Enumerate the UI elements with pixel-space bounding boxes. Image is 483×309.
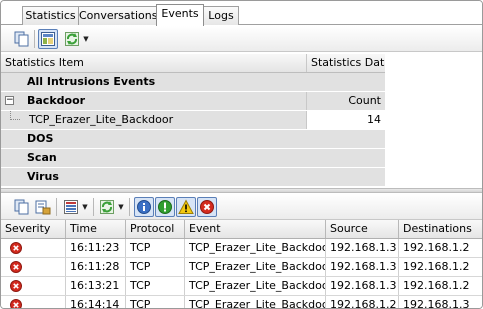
stat-row-label: Backdoor <box>27 94 86 107</box>
destination-cell: 192.168.1.2 <box>403 260 470 273</box>
protocol-cell: TCP <box>126 239 185 257</box>
column-header-statistics-data[interactable]: Statistics Data <box>307 54 385 72</box>
statistics-header: Statistics Item Statistics Data <box>1 54 385 73</box>
refresh-icon <box>65 32 79 46</box>
refresh-icon <box>100 200 114 214</box>
warning-filter-toggle[interactable] <box>176 197 196 217</box>
tab-strip: Statistics Conversations Events Logs <box>1 1 482 26</box>
tab-statistics[interactable]: Statistics <box>22 6 79 25</box>
chevron-down-icon: ▼ <box>82 203 88 211</box>
view-icon <box>41 32 55 46</box>
events-panel: Statistics Conversations Events Logs ▼ S… <box>0 0 483 309</box>
event-cell: TCP_Erazer_Lite_Backdoor <box>185 277 326 295</box>
refresh-events-button[interactable] <box>97 197 117 217</box>
tree-connector <box>10 111 20 120</box>
copy-button[interactable] <box>11 29 31 49</box>
event-cell: TCP_Erazer_Lite_Backdoor <box>185 258 326 276</box>
view-button[interactable] <box>38 29 58 49</box>
export-button[interactable] <box>33 197 53 217</box>
stat-row-label: Scan <box>27 151 57 164</box>
info-icon <box>137 200 151 214</box>
chevron-down-icon: ▼ <box>83 35 89 43</box>
column-header-destinations[interactable]: Destinations <box>399 220 482 238</box>
stat-row-label: TCP_Erazer_Lite_Backdoor <box>29 113 174 126</box>
notice-filter-toggle[interactable] <box>155 197 175 217</box>
protocol-cell: TCP <box>126 258 185 276</box>
error-icon <box>10 299 22 308</box>
source-cell: 192.168.1.3 <box>326 258 399 276</box>
notice-icon <box>158 200 172 214</box>
table-row[interactable]: 16:13:21 TCP TCP_Erazer_Lite_Backdoor 19… <box>1 277 482 296</box>
refresh-dropdown[interactable]: ▼ <box>82 29 90 49</box>
stat-row-label: Virus <box>27 170 59 183</box>
error-filter-toggle[interactable] <box>197 197 217 217</box>
refresh-button[interactable] <box>62 29 82 49</box>
filter-dropdown[interactable]: ▼ <box>81 197 89 217</box>
event-cell: TCP_Erazer_Lite_Backdoor <box>185 239 326 257</box>
column-header-protocol[interactable]: Protocol <box>126 220 185 238</box>
info-filter-toggle[interactable] <box>134 197 154 217</box>
column-header-source[interactable]: Source <box>326 220 399 238</box>
refresh-events-dropdown[interactable]: ▼ <box>117 197 125 217</box>
error-icon <box>200 200 214 214</box>
destination-cell: 192.168.1.2 <box>403 279 470 292</box>
time-cell: 16:11:23 <box>66 239 126 257</box>
panel-splitter[interactable] <box>1 188 482 193</box>
time-cell: 16:11:28 <box>66 258 126 276</box>
error-icon <box>10 242 22 254</box>
stat-row-virus[interactable]: Virus <box>1 168 385 187</box>
event-cell: TCP_Erazer_Lite_Backdoor <box>185 296 326 308</box>
stat-row-scan[interactable]: Scan <box>1 149 385 168</box>
table-row[interactable]: 16:14:14 TCP TCP_Erazer_Lite_Backdoor 19… <box>1 296 482 309</box>
source-cell: 192.168.1.2 <box>326 296 399 308</box>
events-toolbar: ▼ ▼ <box>1 194 482 220</box>
copy-icon <box>14 199 29 215</box>
filter-list-button[interactable] <box>61 197 81 217</box>
stat-row-dos[interactable]: DOS <box>1 130 385 149</box>
column-header-severity[interactable]: Severity <box>1 220 66 238</box>
stat-row-backdoor[interactable]: − Backdoor Count <box>1 92 385 111</box>
statistics-empty-area <box>385 54 482 188</box>
stat-row-data: 14 <box>307 111 385 129</box>
table-row[interactable]: 16:11:28 TCP TCP_Erazer_Lite_Backdoor 19… <box>1 258 482 277</box>
stat-row-tcp-erazer[interactable]: TCP_Erazer_Lite_Backdoor 14 <box>1 111 385 130</box>
stat-row-data: Count <box>348 94 381 107</box>
error-icon <box>10 280 22 292</box>
copy-icon <box>14 31 29 47</box>
column-header-time[interactable]: Time <box>66 220 126 238</box>
tab-events[interactable]: Events <box>156 4 204 26</box>
error-icon <box>10 261 22 273</box>
column-header-statistics-item[interactable]: Statistics Item <box>1 54 306 72</box>
copy-events-button[interactable] <box>11 197 31 217</box>
chevron-down-icon: ▼ <box>118 203 124 211</box>
severity-cell <box>1 258 66 276</box>
stat-row-label: All Intrusions Events <box>27 75 156 88</box>
table-row[interactable]: 16:11:23 TCP TCP_Erazer_Lite_Backdoor 19… <box>1 239 482 258</box>
statistics-toolbar: ▼ <box>1 26 482 52</box>
severity-cell <box>1 296 66 308</box>
source-cell: 192.168.1.3 <box>326 239 399 257</box>
severity-cell <box>1 239 66 257</box>
export-icon <box>35 200 51 215</box>
filter-list-icon <box>64 200 78 214</box>
events-header: Severity Time Protocol Event Source Dest… <box>1 220 482 239</box>
statistics-grid: Statistics Item Statistics Data All Intr… <box>1 54 385 188</box>
stat-row-all-intrusions[interactable]: All Intrusions Events <box>1 73 385 92</box>
collapse-icon[interactable]: − <box>5 96 14 105</box>
tab-conversations[interactable]: Conversations <box>78 6 157 25</box>
warning-icon <box>178 199 194 214</box>
stat-row-label: DOS <box>27 132 54 145</box>
column-header-event[interactable]: Event <box>185 220 326 238</box>
tab-logs[interactable]: Logs <box>203 6 239 25</box>
time-cell: 16:14:14 <box>66 296 126 308</box>
severity-cell <box>1 277 66 295</box>
destination-cell: 192.168.1.3 <box>403 298 470 309</box>
time-cell: 16:13:21 <box>66 277 126 295</box>
protocol-cell: TCP <box>126 277 185 295</box>
protocol-cell: TCP <box>126 296 185 308</box>
destination-cell: 192.168.1.2 <box>403 241 470 254</box>
source-cell: 192.168.1.3 <box>326 277 399 295</box>
